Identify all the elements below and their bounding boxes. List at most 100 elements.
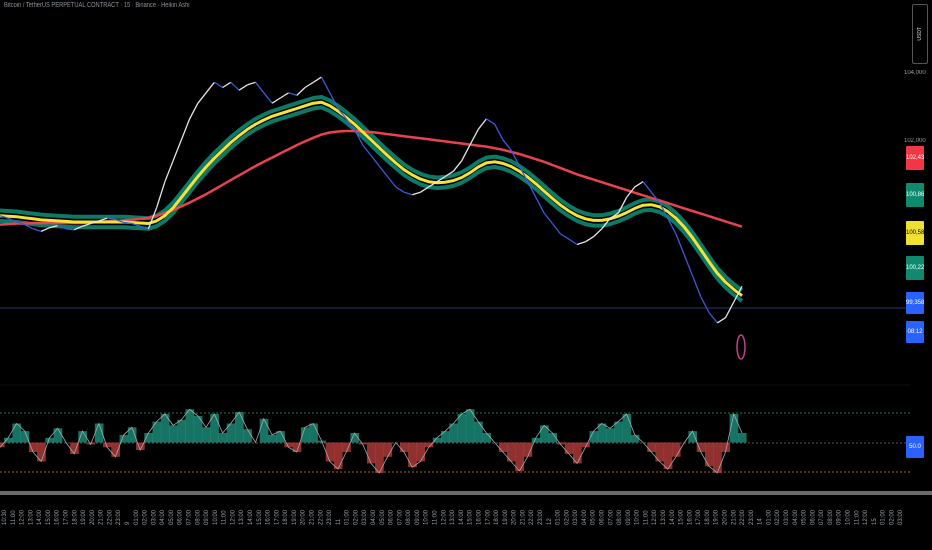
time-tick-label: 15:00: [257, 509, 263, 525]
osc-bar: [375, 442, 384, 473]
price-segment: [412, 191, 421, 196]
price-segment: [593, 228, 603, 238]
price-segment: [320, 76, 331, 94]
time-tick-label: 05:00: [591, 509, 597, 525]
price-segment: [543, 212, 553, 224]
time-tick-label: 11: [336, 518, 342, 525]
time-tick-label: 14:00: [459, 509, 465, 525]
price-segment: [494, 123, 504, 141]
price-segment: [271, 97, 281, 104]
price-segment: [205, 81, 215, 94]
osc-bar: [408, 442, 417, 468]
time-tick-label: 17:00: [274, 509, 280, 525]
time-tick-label: 03:00: [898, 509, 904, 525]
time-tick-label: 15: [872, 518, 878, 525]
time-tick-label: 12:00: [230, 509, 236, 525]
osc-bar: [4, 437, 13, 443]
time-tick-label: 14:00: [37, 509, 43, 525]
time-tick-label: 02:00: [564, 509, 570, 525]
price-segment: [691, 275, 702, 298]
time-tick-label: 06:00: [178, 509, 184, 525]
price-segment: [304, 81, 314, 89]
osc-bar: [144, 433, 153, 443]
price-segment: [700, 296, 710, 313]
price-segment: [263, 92, 273, 104]
osc-bar: [53, 428, 63, 443]
time-tick-label: 01:00: [881, 509, 887, 525]
price-segment: [189, 102, 199, 120]
time-tick-label: 01:00: [134, 509, 140, 525]
time-tick-label: 02:00: [354, 509, 360, 525]
price-segment: [155, 181, 166, 208]
osc-bar: [482, 433, 491, 443]
time-tick-label: 07:00: [397, 509, 403, 525]
time-tick-label: 02:00: [143, 509, 149, 525]
osc-bar: [498, 442, 508, 452]
time-tick-label: 16:00: [55, 509, 61, 525]
osc-bar: [202, 427, 211, 443]
series-teal-upper: [0, 95, 744, 293]
price-segment: [469, 129, 479, 146]
tag-teal-upper: 100,864.5: [906, 183, 924, 207]
osc-bar: [457, 414, 467, 443]
time-tick-label: 20:00: [723, 509, 729, 525]
time-tick-label: 15:00: [46, 509, 52, 525]
price-chart[interactable]: 10:30 11:00 12:00 13:00 14:00 15:00 16:00 17:00…: [0, 0, 932, 550]
time-tick-label: 20:00: [512, 509, 518, 525]
price-segment: [172, 139, 183, 162]
time-tick-label: 18:00: [72, 509, 78, 525]
time-tick-label: 22:00: [107, 509, 113, 525]
time-tick-label: 09:00: [204, 509, 210, 525]
osc-bar: [441, 431, 450, 443]
osc-bar: [630, 434, 640, 443]
time-tick-label: 09:00: [415, 509, 421, 525]
price-segment: [716, 317, 726, 324]
price-segment: [279, 92, 289, 99]
price-segment: [477, 118, 487, 130]
time-tick-label: 19:00: [81, 509, 87, 525]
currency-button[interactable]: USDT: [912, 4, 928, 64]
osc-bar: [614, 421, 623, 443]
time-tick-label: 21:00: [310, 509, 316, 525]
time-tick-label: 07:00: [819, 509, 825, 525]
osc-bar: [185, 409, 195, 443]
time-tick-label: 01:00: [556, 509, 562, 525]
price-segment: [296, 87, 306, 96]
osc-bar: [366, 442, 376, 464]
time-tick-label: 04:00: [371, 509, 377, 525]
price-segment: [642, 181, 652, 193]
time-tick-label: 20:00: [90, 509, 96, 525]
osc-bar: [177, 419, 186, 443]
price-segment: [708, 312, 718, 324]
price-segment: [535, 197, 545, 214]
currency-label: USDT: [917, 27, 923, 41]
time-tick-label: 18:00: [494, 509, 500, 525]
osc-bar: [284, 442, 294, 448]
price-segment: [386, 176, 397, 188]
osc-bar: [119, 434, 129, 443]
time-tick-label: 14:00: [248, 509, 254, 525]
time-tick-label: 07:00: [608, 509, 614, 525]
price-segment: [222, 81, 232, 89]
price-segment: [378, 165, 389, 177]
price-segment: [214, 81, 223, 89]
time-tick-label: 01:00: [766, 509, 772, 525]
time-tick-label: 07:00: [187, 509, 193, 525]
time-tick-label: 04:00: [793, 509, 799, 525]
osc-bar: [259, 418, 269, 443]
time-tick-label: 13:00: [28, 509, 34, 525]
time-tick-label: 19:00: [292, 509, 298, 525]
osc-bar: [531, 437, 541, 443]
time-tick-label: 01:00: [345, 509, 351, 525]
price-segment: [634, 181, 644, 188]
price-segment: [683, 254, 694, 277]
osc-bar: [235, 412, 244, 443]
time-tick-label: 06:00: [389, 509, 395, 525]
osc-bar: [622, 414, 632, 443]
time-tick-label: 16:00: [687, 509, 693, 525]
osc-bar: [474, 421, 483, 443]
osc-bar: [416, 442, 425, 462]
price-segment: [568, 238, 578, 246]
price-segment: [40, 227, 50, 232]
time-tick-label: 15:00: [468, 509, 474, 525]
